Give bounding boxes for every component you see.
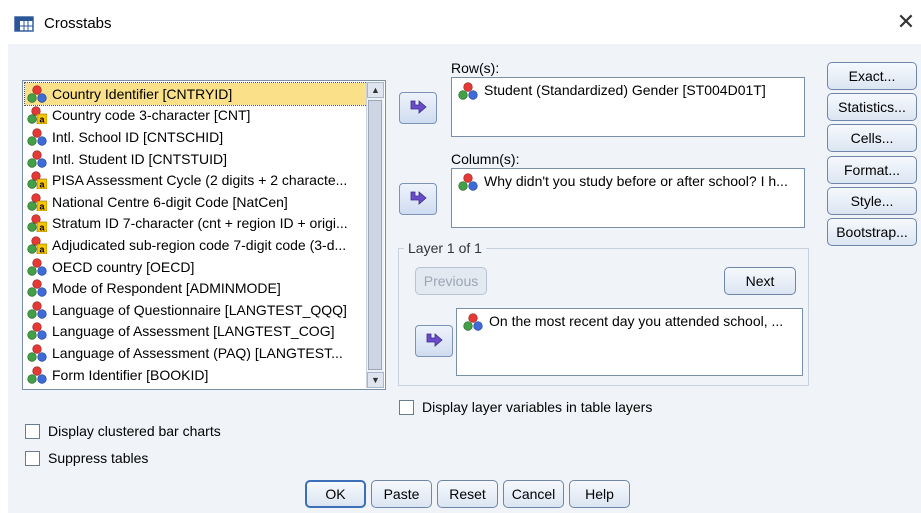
variable-list-item[interactable]: a PISA Assessment Cycle (2 digits + 2 cha…	[25, 169, 367, 191]
clustered-bar-charts-label: Display clustered bar charts	[48, 423, 221, 439]
nominal-variable-icon	[458, 82, 478, 100]
close-icon[interactable]: ✕	[893, 10, 919, 34]
style-button[interactable]: Style...	[827, 187, 917, 215]
format-button[interactable]: Format...	[827, 156, 917, 184]
arrow-right-icon	[410, 100, 427, 114]
rows-label: Row(s):	[451, 60, 500, 76]
suppress-tables-label: Suppress tables	[48, 450, 149, 466]
nominal-variable-icon	[463, 313, 483, 331]
scroll-thumb[interactable]	[368, 100, 382, 370]
variable-label: Language of Assessment [LANGTEST_COG]	[52, 323, 335, 340]
move-to-rows-button[interactable]	[399, 92, 437, 124]
variable-list-item[interactable]: a Country code 3-character [CNT]	[25, 105, 367, 127]
scroll-down-icon[interactable]: ▼	[367, 372, 384, 388]
suppress-tables-checkbox[interactable]: Suppress tables	[25, 450, 148, 466]
checkbox-box[interactable]	[25, 450, 40, 466]
variable-list-item[interactable]: Form Identifier [BOOKID]	[25, 364, 367, 386]
move-to-layer-button[interactable]	[415, 325, 453, 357]
help-button[interactable]: Help	[569, 480, 630, 508]
variable-label: OECD country [OECD]	[52, 258, 195, 275]
clustered-bar-charts-checkbox[interactable]: Display clustered bar charts	[25, 423, 221, 439]
reset-button[interactable]: Reset	[437, 480, 498, 508]
columns-label: Column(s):	[451, 151, 520, 167]
string-variable-icon: a	[27, 214, 47, 233]
checkbox-box[interactable]	[399, 399, 414, 415]
variable-list-item[interactable]: Country Identifier [CNTRYID]	[24, 82, 368, 106]
variable-label: Intl. School ID [CNTSCHID]	[52, 128, 224, 145]
nominal-variable-icon	[27, 257, 47, 276]
string-variable-icon: a	[27, 236, 47, 254]
string-variable-icon: a	[27, 106, 47, 125]
variable-list-item[interactable]: Mode of Respondent [ADMINMODE]	[25, 277, 367, 299]
nominal-variable-icon	[27, 128, 47, 146]
string-variable-icon: a	[27, 193, 47, 211]
variable-list-item[interactable]: Language of Questionnaire [LANGTEST_QQQ]	[25, 299, 367, 321]
variable-label: Language of Assessment (PAQ) [LANGTEST..…	[52, 344, 343, 361]
paste-button[interactable]: Paste	[371, 480, 432, 508]
variable-list-item[interactable]: Language of Assessment [LANGTEST_COG]	[25, 321, 367, 343]
variable-label: National Centre 6-digit Code [NatCen]	[52, 193, 288, 210]
layer-variable[interactable]: On the most recent day you attended scho…	[489, 313, 783, 329]
variable-label: Adjudicated sub-region code 7-digit code…	[52, 236, 347, 253]
arrow-right-icon	[410, 191, 427, 205]
variable-label: Country code 3-character [CNT]	[52, 107, 251, 124]
nominal-variable-icon	[27, 344, 47, 362]
crosstabs-app-icon	[14, 16, 34, 32]
layer-title: Layer 1 of 1	[404, 240, 486, 256]
variable-list-item[interactable]: Intl. Student ID [CNTSTUID]	[25, 148, 367, 170]
layer-target-list[interactable]: On the most recent day you attended scho…	[456, 308, 803, 376]
variable-label: Stratum ID 7-character (cnt + region ID …	[52, 215, 348, 232]
nominal-variable-icon	[27, 279, 47, 297]
variable-label: Form Identifier [BOOKID]	[52, 366, 209, 383]
nominal-variable-icon	[27, 85, 47, 103]
move-to-columns-button[interactable]	[399, 183, 437, 215]
variable-list-scrollbar[interactable]: ▲ ▼	[366, 82, 384, 388]
display-layer-variables-checkbox[interactable]: Display layer variables in table layers	[399, 399, 652, 415]
variable-label: Country Identifier [CNTRYID]	[52, 85, 233, 102]
nominal-variable-icon	[458, 173, 478, 191]
variable-list-item[interactable]: OECD country [OECD]	[25, 256, 367, 278]
checkbox-box[interactable]	[25, 423, 40, 439]
string-variable-icon: a	[27, 171, 47, 190]
nominal-variable-icon	[27, 301, 47, 319]
arrow-right-icon	[426, 333, 443, 347]
variable-label: Language of Questionnaire [LANGTEST_QQQ]	[52, 301, 347, 318]
variable-list-item[interactable]: Language of Assessment (PAQ) [LANGTEST..…	[25, 342, 367, 364]
statistics-button[interactable]: Statistics...	[827, 93, 917, 121]
variable-list[interactable]: Country Identifier [CNTRYID] a Country cod…	[22, 80, 386, 390]
variable-label: Intl. Student ID [CNTSTUID]	[52, 150, 228, 167]
columns-variable[interactable]: Why didn't you study before or after sch…	[484, 173, 788, 189]
title-bar: Crosstabs ✕	[0, 0, 921, 44]
variable-label: Mode of Respondent [ADMINMODE]	[52, 280, 281, 297]
exact-button[interactable]: Exact...	[827, 62, 917, 90]
ok-button[interactable]: OK	[305, 480, 366, 508]
display-layer-variables-label: Display layer variables in table layers	[422, 399, 653, 415]
variable-list-item[interactable]: a Stratum ID 7-character (cnt + region ID…	[25, 213, 367, 235]
cells-button[interactable]: Cells...	[827, 124, 917, 152]
scroll-up-icon[interactable]: ▲	[367, 82, 384, 98]
nominal-variable-icon	[27, 149, 47, 168]
variable-list-item[interactable]: a Adjudicated sub-region code 7-digit cod…	[25, 234, 367, 256]
window-title: Crosstabs	[44, 15, 112, 32]
variable-list-item[interactable]: a National Centre 6-digit Code [NatCen]	[25, 191, 367, 213]
variable-label: PISA Assessment Cycle (2 digits + 2 char…	[52, 172, 348, 189]
nominal-variable-icon	[27, 365, 47, 384]
bootstrap-button[interactable]: Bootstrap...	[827, 218, 917, 246]
nominal-variable-icon	[27, 322, 47, 340]
columns-target-list[interactable]: Why didn't you study before or after sch…	[451, 168, 805, 228]
previous-layer-button[interactable]: Previous	[415, 267, 487, 295]
next-layer-button[interactable]: Next	[724, 267, 796, 295]
rows-variable[interactable]: Student (Standardized) Gender [ST004D01T…	[484, 82, 766, 98]
variable-list-item[interactable]: Intl. School ID [CNTSCHID]	[25, 126, 367, 148]
cancel-button[interactable]: Cancel	[503, 480, 564, 508]
rows-target-list[interactable]: Student (Standardized) Gender [ST004D01T…	[451, 77, 805, 137]
